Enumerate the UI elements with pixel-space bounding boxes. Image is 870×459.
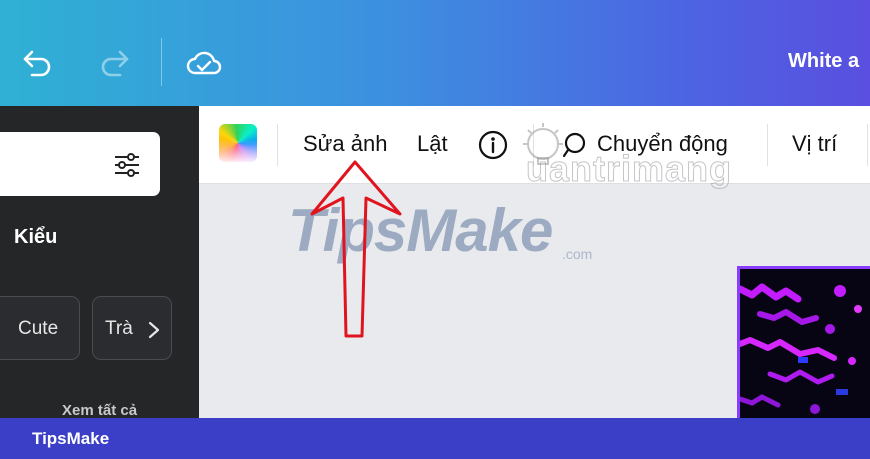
- footer-bar: TipsMake: [0, 418, 870, 459]
- undo-icon[interactable]: [20, 46, 56, 80]
- see-all-link[interactable]: Xem tất cả: [62, 402, 137, 419]
- color-swatch-button[interactable]: [219, 124, 257, 162]
- header-divider: [161, 38, 162, 86]
- footer-brand: TipsMake: [32, 429, 110, 448]
- position-button[interactable]: Vị trí: [792, 131, 837, 157]
- side-panel: Kiểu Cute Trà Xem tất cả: [0, 106, 199, 419]
- toolbar-divider: [867, 124, 868, 166]
- quantrimang-watermark: uantrimang: [525, 148, 733, 190]
- flip-button[interactable]: Lật: [417, 131, 448, 157]
- toolbar-divider: [767, 124, 768, 166]
- chevron-right-icon[interactable]: [146, 320, 162, 340]
- top-header-bar: White a: [0, 0, 870, 106]
- screenshot-frame: White a Kiểu Cute Trà Xem tất cả Sửa ảnh…: [0, 0, 870, 459]
- search-input[interactable]: [0, 132, 160, 196]
- redo-icon[interactable]: [96, 46, 132, 80]
- document-title[interactable]: White a: [788, 50, 859, 73]
- info-icon[interactable]: [477, 129, 509, 161]
- neon-image-content: [740, 269, 870, 433]
- style-section-label: Kiểu: [14, 226, 58, 248]
- tipsmake-watermark-suffix: .com: [562, 246, 593, 262]
- cloud-saved-icon[interactable]: [186, 46, 222, 80]
- toolbar-divider: [277, 124, 278, 166]
- annotation-arrow-up: [310, 160, 402, 338]
- style-chip-cute[interactable]: Cute: [0, 296, 80, 360]
- canvas-selected-image[interactable]: [737, 266, 870, 436]
- filter-sliders-icon[interactable]: [112, 150, 142, 180]
